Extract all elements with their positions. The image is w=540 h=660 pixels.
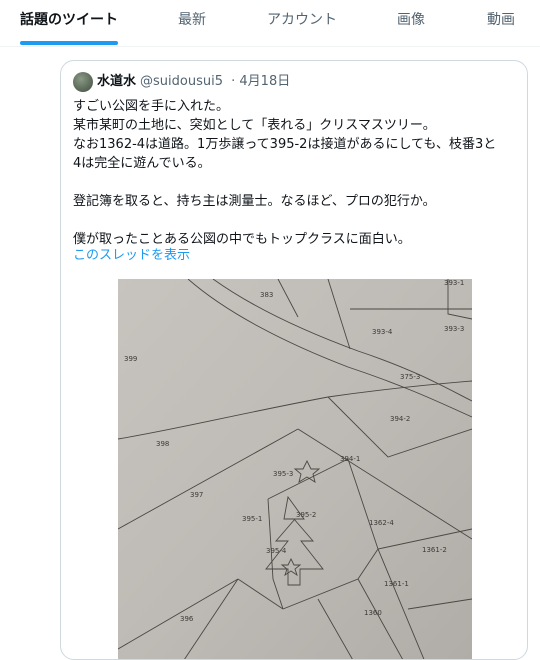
lot-label: 394-2	[390, 415, 410, 423]
lot-label: 375-3	[400, 373, 420, 381]
active-tab-indicator	[20, 41, 118, 45]
cadastral-map-drawing: 383 393-1 393-4 393-3 399 375-3 394-2 39…	[118, 279, 472, 659]
cadastral-map-photo[interactable]: 383 393-1 393-4 393-3 399 375-3 394-2 39…	[118, 279, 472, 659]
avatar[interactable]	[73, 72, 93, 92]
lot-label: 398	[156, 440, 169, 448]
lot-label: 397	[190, 491, 203, 499]
separator-dot: ·	[231, 74, 236, 89]
tweet-date[interactable]: 4月18日	[239, 74, 290, 89]
lot-label: 1362-4	[369, 519, 394, 527]
show-thread-link[interactable]: このスレッドを表示	[73, 246, 190, 265]
lot-label: 393-3	[444, 325, 464, 333]
tab-images[interactable]: 画像	[376, 0, 446, 46]
lot-label: 383	[260, 291, 273, 299]
display-name[interactable]: 水道水	[97, 74, 136, 89]
lot-label: 394-1	[340, 455, 360, 463]
tweet-text: すごい公図を手に入れた。 某市某町の土地に、突如として「表れる」クリスマスツリー…	[73, 97, 521, 249]
tweet-header: 水道水 @suidousui5 · 4月18日	[97, 72, 290, 92]
lot-label: 1361-1	[384, 580, 409, 588]
tab-latest[interactable]: 最新	[150, 0, 234, 46]
tweet-line: 登記簿を取ると、持ち主は測量士。なるほど、プロの犯行か。	[73, 194, 436, 209]
lot-label: 395-3	[273, 470, 293, 478]
lot-label: 393-1	[444, 279, 464, 287]
lot-label: 395-1	[242, 515, 262, 523]
tweet-line: すごい公図を手に入れた。	[73, 99, 230, 114]
lot-label: 1360	[364, 609, 382, 617]
search-tabs: 話題のツイート 最新 アカウント 画像 動画	[0, 0, 540, 47]
tab-top-tweets[interactable]: 話題のツイート	[10, 0, 128, 46]
tweet-line: 4は完全に遊んでいる。	[73, 156, 211, 171]
tab-accounts[interactable]: アカウント	[250, 0, 354, 46]
tab-videos[interactable]: 動画	[466, 0, 536, 46]
tweet-line: 某市某町の土地に、突如として「表れる」クリスマスツリー。	[73, 118, 436, 133]
lot-label: 395-2	[296, 511, 316, 519]
user-handle: @suidousui5	[140, 74, 223, 89]
lot-label: 393-4	[372, 328, 393, 336]
tweet-line: なお1362-4は道路。1万歩譲って395-2は接道があるにしても、枝番3と	[73, 137, 497, 152]
lot-label: 395-4	[266, 547, 287, 555]
quoted-tweet-card[interactable]: 水道水 @suidousui5 · 4月18日 すごい公図を手に入れた。 某市某町…	[60, 60, 528, 660]
lot-label: 396	[180, 615, 194, 623]
lot-label: 1361-2	[422, 546, 447, 554]
lot-label: 399	[124, 355, 137, 363]
